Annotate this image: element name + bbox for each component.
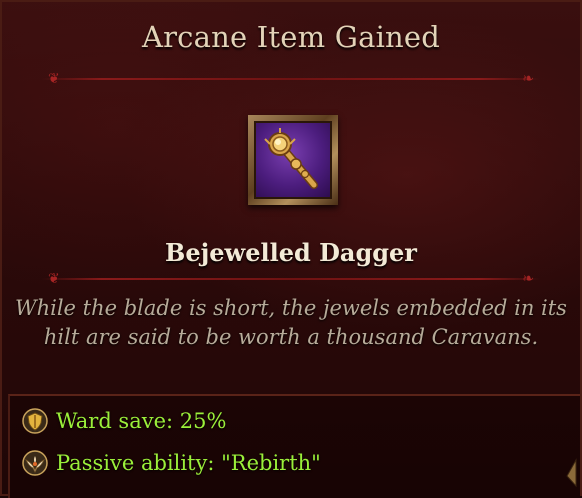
effect-passive-ability: Passive ability: "Rebirth" bbox=[22, 448, 321, 478]
ward-shield-icon bbox=[22, 408, 48, 434]
item-description: While the blade is short, the jewels emb… bbox=[15, 296, 567, 349]
item-icon-frame[interactable] bbox=[248, 115, 338, 205]
scepter-icon bbox=[254, 121, 332, 199]
arcane-item-popup: Arcane Item Gained ❦ ❧ Bejewelled Dagger… bbox=[0, 0, 582, 498]
title-divider: ❦ ❧ bbox=[42, 72, 540, 86]
item-name: Bejewelled Dagger bbox=[165, 238, 417, 267]
effect-text: Passive ability: "Rebirth" bbox=[56, 451, 321, 475]
effect-text: Ward save: 25% bbox=[56, 409, 227, 433]
effect-ward-save: Ward save: 25% bbox=[22, 406, 226, 436]
item-divider: ❦ ❧ bbox=[42, 272, 540, 286]
popup-title: Arcane Item Gained bbox=[141, 20, 441, 54]
resize-handle-icon[interactable] bbox=[564, 458, 578, 488]
phoenix-icon bbox=[22, 450, 48, 476]
effects-panel: Ward save: 25% Passive ability: "Rebirth… bbox=[8, 394, 580, 498]
